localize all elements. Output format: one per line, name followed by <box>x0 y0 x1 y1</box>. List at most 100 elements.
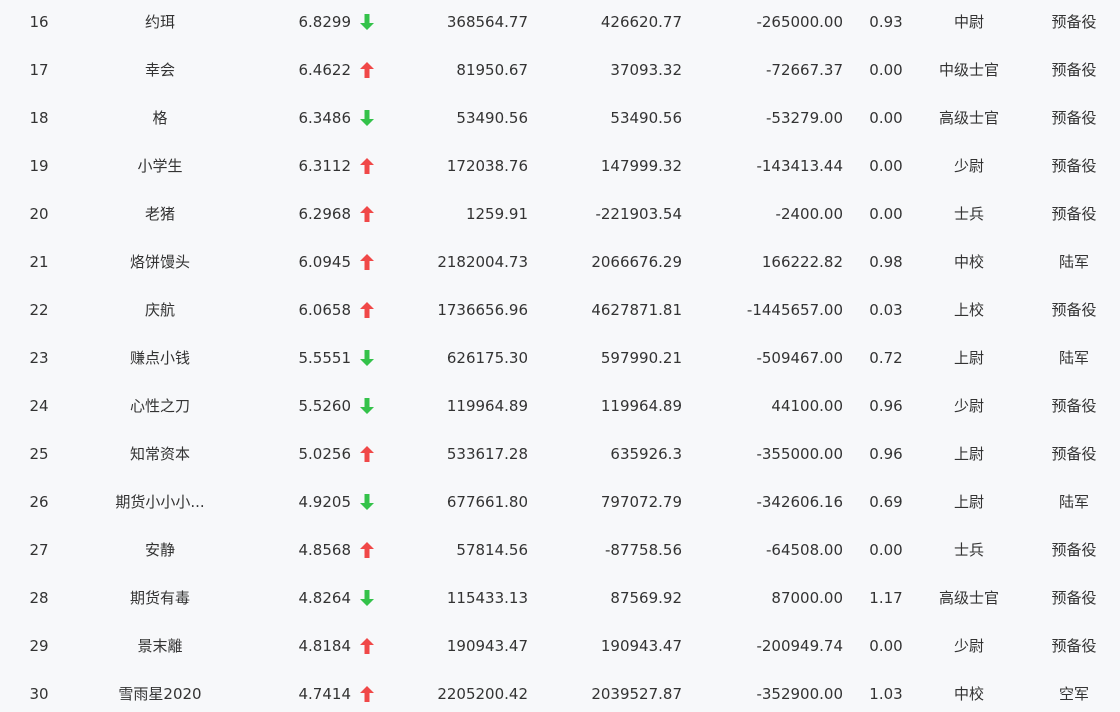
table-row[interactable]: 19 小学生 6.3112 172038.76 147999.32 -143413.44 0… <box>0 142 1120 190</box>
value3-cell: -342606.16 <box>756 493 843 511</box>
ratio-cell: 0.00 <box>869 637 903 655</box>
level-cell: 少尉 <box>953 637 984 655</box>
rank-cell: 29 <box>29 637 49 655</box>
table-row[interactable]: 23 赚点小钱 5.5551 626175.30 597990.21 -509467.00… <box>0 334 1120 382</box>
value2-cell: -221903.54 <box>595 205 682 223</box>
level-cell: 中校 <box>953 253 984 271</box>
value1-cell: 172038.76 <box>446 157 528 175</box>
value3-cell: -143413.44 <box>756 157 843 175</box>
arrow-down-icon <box>360 382 378 430</box>
level-cell: 中校 <box>953 685 984 703</box>
name-cell[interactable]: 格 <box>100 94 220 142</box>
table-row[interactable]: 28 期货有毒 4.8264 115433.13 87569.92 87000.00 1.1… <box>0 574 1120 622</box>
score-cell: 6.8299 <box>298 13 352 31</box>
score-cell: 5.5260 <box>298 397 352 415</box>
table-row[interactable]: 25 知常资本 5.0256 533617.28 635926.3 -355000.00 0… <box>0 430 1120 478</box>
score-cell: 6.2968 <box>298 205 352 223</box>
name-cell[interactable]: 心性之刀 <box>100 382 220 430</box>
type-cell: 陆军 <box>1058 253 1089 271</box>
value3-cell: -53279.00 <box>766 109 843 127</box>
value2-cell: 797072.79 <box>600 493 682 511</box>
table-row[interactable]: 20 老猪 6.2968 1259.91 -221903.54 -2400.00 0.00 士… <box>0 190 1120 238</box>
level-cell: 上校 <box>953 301 984 319</box>
rank-cell: 28 <box>29 589 49 607</box>
name-cell[interactable]: 烙饼馒头 <box>100 238 220 286</box>
type-cell: 预备役 <box>1051 637 1097 655</box>
value2-cell: 53490.56 <box>610 109 682 127</box>
name-cell[interactable]: 老猪 <box>100 190 220 238</box>
rank-cell: 27 <box>29 541 49 559</box>
name-cell[interactable]: 知常资本 <box>100 430 220 478</box>
level-cell: 少尉 <box>953 397 984 415</box>
ratio-cell: 0.00 <box>869 205 903 223</box>
level-cell: 少尉 <box>953 157 984 175</box>
value3-cell: 44100.00 <box>771 397 843 415</box>
name-cell[interactable]: 约珥 <box>100 0 220 46</box>
ratio-cell: 0.00 <box>869 61 903 79</box>
level-cell: 高级士官 <box>938 589 999 607</box>
value3-cell: -509467.00 <box>756 349 843 367</box>
score-cell: 6.0945 <box>298 253 352 271</box>
type-cell: 陆军 <box>1058 349 1089 367</box>
value1-cell: 53490.56 <box>456 109 528 127</box>
ratio-cell: 0.00 <box>869 157 903 175</box>
name-cell[interactable]: 庆航 <box>100 286 220 334</box>
value2-cell: 87569.92 <box>610 589 682 607</box>
value1-cell: 626175.30 <box>446 349 528 367</box>
table-row[interactable]: 30 雪雨星2020 4.7414 2205200.42 2039527.87 -3529… <box>0 670 1120 712</box>
rank-cell: 30 <box>29 685 49 703</box>
value3-cell: -72667.37 <box>766 61 843 79</box>
rank-cell: 26 <box>29 493 49 511</box>
level-cell: 上尉 <box>953 493 984 511</box>
name-cell[interactable]: 小学生 <box>100 142 220 190</box>
arrow-up-icon <box>360 142 378 190</box>
name-cell[interactable]: 赚点小钱 <box>100 334 220 382</box>
name-cell[interactable]: 雪雨星2020 <box>100 670 220 712</box>
score-cell: 4.8568 <box>298 541 352 559</box>
ratio-cell: 0.96 <box>869 397 903 415</box>
arrow-up-icon <box>360 190 378 238</box>
table-row[interactable]: 16 约珥 6.8299 368564.77 426620.77 -265000.00 0.… <box>0 0 1120 46</box>
type-cell: 预备役 <box>1051 13 1097 31</box>
score-cell: 6.3486 <box>298 109 352 127</box>
value1-cell: 115433.13 <box>446 589 528 607</box>
rank-cell: 22 <box>29 301 49 319</box>
value2-cell: 426620.77 <box>600 13 682 31</box>
value2-cell: 147999.32 <box>600 157 682 175</box>
value1-cell: 1736656.96 <box>437 301 528 319</box>
table-row[interactable]: 21 烙饼馒头 6.0945 2182004.73 2066676.29 166222.8… <box>0 238 1120 286</box>
name-cell[interactable]: 安静 <box>100 526 220 574</box>
arrow-down-icon <box>360 574 378 622</box>
value2-cell: 37093.32 <box>610 61 682 79</box>
value1-cell: 81950.67 <box>456 61 528 79</box>
value3-cell: -2400.00 <box>775 205 843 223</box>
name-cell[interactable]: 幸会 <box>100 46 220 94</box>
score-cell: 6.3112 <box>298 157 352 175</box>
value1-cell: 1259.91 <box>465 205 528 223</box>
value3-cell: -1445657.00 <box>746 301 843 319</box>
arrow-up-icon <box>360 430 378 478</box>
table-row[interactable]: 26 期货小小小... 4.9205 677661.80 797072.79 -34260… <box>0 478 1120 526</box>
table-row[interactable]: 29 景末離 4.8184 190943.47 190943.47 -200949.74 0… <box>0 622 1120 670</box>
name-cell[interactable]: 期货有毒 <box>100 574 220 622</box>
arrow-up-icon <box>360 238 378 286</box>
table-row[interactable]: 22 庆航 6.0658 1736656.96 4627871.81 -1445657.0… <box>0 286 1120 334</box>
arrow-up-icon <box>360 670 378 712</box>
name-cell[interactable]: 景末離 <box>100 622 220 670</box>
type-cell: 陆军 <box>1058 493 1089 511</box>
score-cell: 4.7414 <box>298 685 352 703</box>
value3-cell: -355000.00 <box>756 445 843 463</box>
arrow-up-icon <box>360 622 378 670</box>
value1-cell: 533617.28 <box>446 445 528 463</box>
value1-cell: 677661.80 <box>446 493 528 511</box>
type-cell: 预备役 <box>1051 205 1097 223</box>
table-row[interactable]: 18 格 6.3486 53490.56 53490.56 -53279.00 0.00 高级… <box>0 94 1120 142</box>
table-row[interactable]: 27 安静 4.8568 57814.56 -87758.56 -64508.00 0.00… <box>0 526 1120 574</box>
table-row[interactable]: 17 幸会 6.4622 81950.67 37093.32 -72667.37 0.00 中… <box>0 46 1120 94</box>
value1-cell: 119964.89 <box>446 397 528 415</box>
value3-cell: -64508.00 <box>766 541 843 559</box>
value1-cell: 57814.56 <box>456 541 528 559</box>
rank-cell: 24 <box>29 397 49 415</box>
name-cell[interactable]: 期货小小小... <box>100 478 220 526</box>
table-row[interactable]: 24 心性之刀 5.5260 119964.89 119964.89 44100.00 0.… <box>0 382 1120 430</box>
